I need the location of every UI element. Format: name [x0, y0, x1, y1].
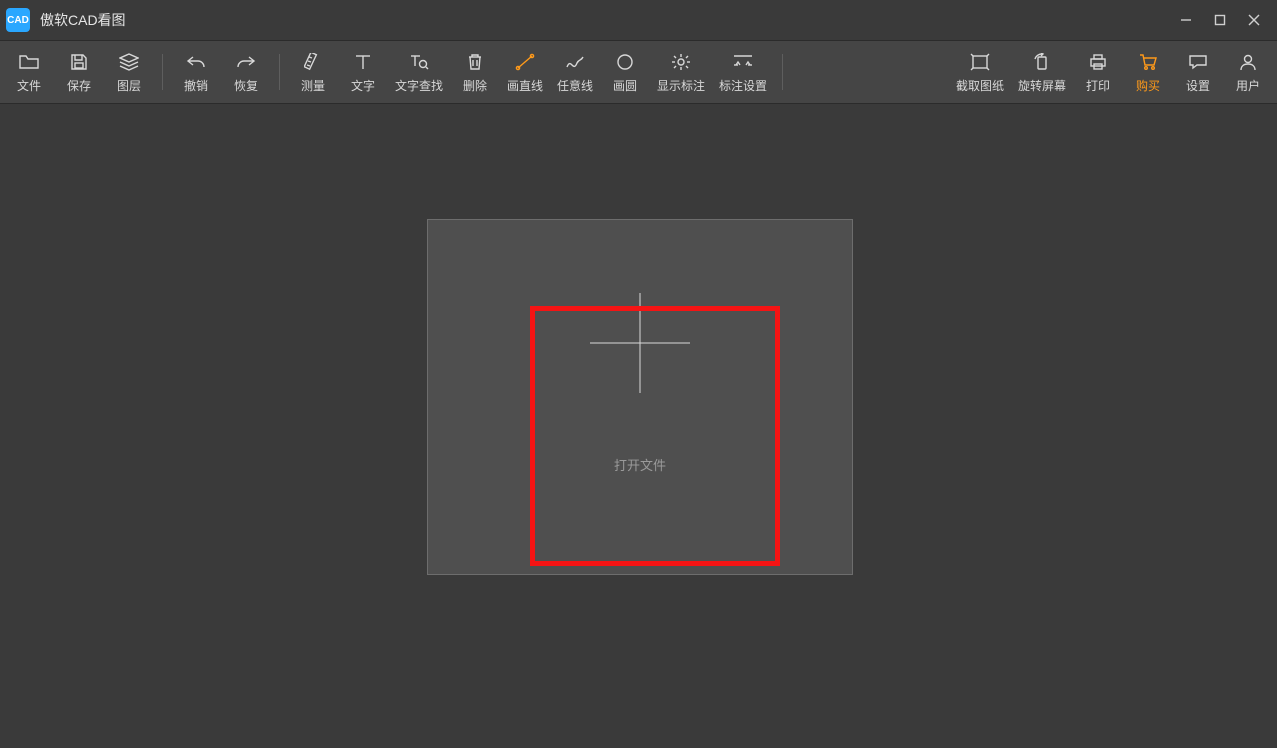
draw-polyline-button[interactable]: 任意线 [550, 45, 600, 99]
app-title: 傲软CAD看图 [40, 10, 126, 30]
save-icon [70, 53, 88, 71]
show-annotation-button[interactable]: 显示标注 [650, 45, 712, 99]
buy-button[interactable]: 购买 [1123, 45, 1173, 99]
annotation-settings-icon [732, 53, 754, 71]
line-icon [515, 53, 535, 71]
user-icon [1239, 53, 1257, 71]
print-label: 打印 [1086, 77, 1110, 94]
layers-button[interactable]: 图层 [104, 45, 154, 99]
trash-icon [467, 53, 483, 71]
find-text-label: 文字查找 [395, 77, 443, 94]
redo-icon [236, 54, 256, 70]
capture-icon [970, 53, 990, 71]
main-toolbar: 文件 保存 图层 撤销 恢复 测量 文字 文字查找 删除 画直线 任 [0, 41, 1277, 104]
delete-label: 删除 [463, 77, 487, 94]
measure-button[interactable]: 测量 [288, 45, 338, 99]
save-button[interactable]: 保存 [54, 45, 104, 99]
layers-label: 图层 [117, 77, 141, 94]
draw-line-label: 画直线 [507, 77, 543, 94]
title-bar: CAD 傲软CAD看图 [0, 0, 1277, 41]
app-icon-text: CAD [7, 15, 29, 26]
maximize-icon [1214, 14, 1226, 26]
redo-button[interactable]: 恢复 [221, 45, 271, 99]
annotation-settings-button[interactable]: 标注设置 [712, 45, 774, 99]
text-label: 文字 [351, 77, 375, 94]
chat-settings-icon [1188, 53, 1208, 71]
rotate-screen-icon [1032, 53, 1052, 71]
undo-icon [186, 54, 206, 70]
draw-polyline-label: 任意线 [557, 77, 593, 94]
save-label: 保存 [67, 77, 91, 94]
file-label: 文件 [17, 77, 41, 94]
workspace: 打开文件 [0, 104, 1277, 748]
print-button[interactable]: 打印 [1073, 45, 1123, 99]
rotate-screen-button[interactable]: 旋转屏幕 [1011, 45, 1073, 99]
settings-label: 设置 [1186, 77, 1210, 94]
find-text-button[interactable]: 文字查找 [388, 45, 450, 99]
cart-icon [1138, 53, 1158, 71]
printer-icon [1088, 53, 1108, 71]
undo-button[interactable]: 撤销 [171, 45, 221, 99]
rotate-screen-label: 旋转屏幕 [1018, 77, 1066, 94]
capture-button[interactable]: 截取图纸 [949, 45, 1011, 99]
draw-circle-button[interactable]: 画圆 [600, 45, 650, 99]
text-button[interactable]: 文字 [338, 45, 388, 99]
close-button[interactable] [1237, 0, 1271, 40]
buy-label: 购买 [1136, 77, 1160, 94]
file-button[interactable]: 文件 [4, 45, 54, 99]
measure-label: 测量 [301, 77, 325, 94]
text-icon [354, 53, 372, 71]
close-icon [1248, 14, 1260, 26]
toolbar-separator [162, 54, 163, 90]
user-label: 用户 [1236, 77, 1260, 94]
minimize-button[interactable] [1169, 0, 1203, 40]
toolbar-separator [782, 54, 783, 90]
show-annotation-label: 显示标注 [657, 77, 705, 94]
draw-line-button[interactable]: 画直线 [500, 45, 550, 99]
find-text-icon [409, 53, 429, 71]
undo-label: 撤销 [184, 77, 208, 94]
layers-icon [119, 53, 139, 71]
toolbar-separator [279, 54, 280, 90]
open-file-card[interactable]: 打开文件 [427, 219, 853, 575]
polyline-icon [565, 53, 585, 71]
show-annotation-icon [670, 53, 692, 71]
annotation-settings-label: 标注设置 [719, 77, 767, 94]
minimize-icon [1180, 14, 1192, 26]
circle-icon [616, 53, 634, 71]
capture-label: 截取图纸 [956, 77, 1004, 94]
redo-label: 恢复 [234, 77, 258, 94]
cad-app-icon: CAD [6, 8, 30, 32]
draw-circle-label: 画圆 [613, 77, 637, 94]
plus-icon [590, 293, 690, 393]
delete-button[interactable]: 删除 [450, 45, 500, 99]
user-button[interactable]: 用户 [1223, 45, 1273, 99]
ruler-icon [304, 53, 322, 71]
open-file-label: 打开文件 [614, 455, 666, 474]
folder-icon [19, 53, 39, 71]
maximize-button[interactable] [1203, 0, 1237, 40]
settings-button[interactable]: 设置 [1173, 45, 1223, 99]
